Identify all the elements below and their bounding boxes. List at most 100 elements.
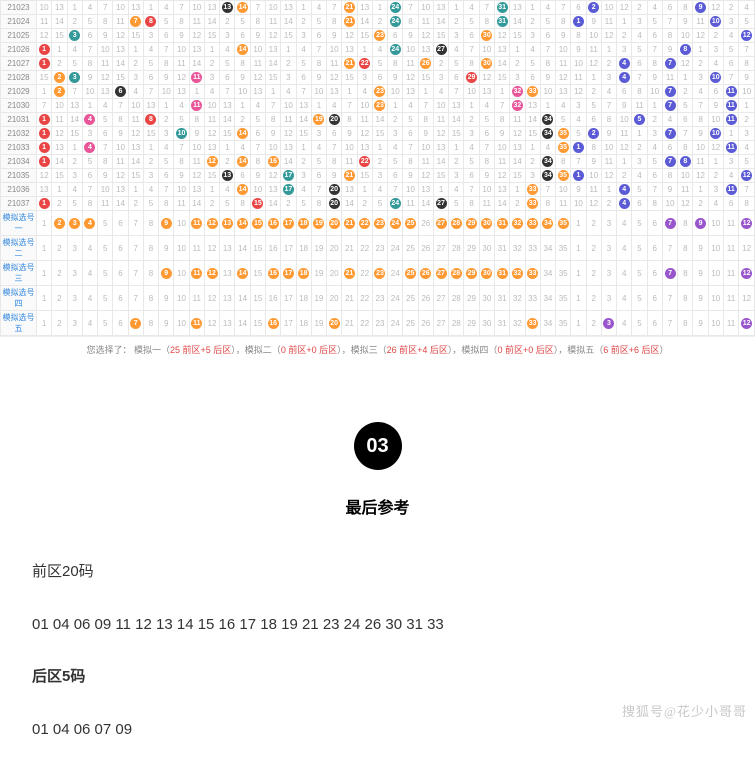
front-cell: 7: [556, 1, 571, 15]
front-cell: 3: [82, 127, 97, 141]
front-cell: 7: [540, 183, 555, 197]
back-cell: 2: [739, 113, 755, 127]
front-cell: 29: [464, 71, 479, 85]
back-cell: 7: [678, 127, 693, 141]
front-cell: 10: [265, 1, 280, 15]
front-cell: 5: [296, 57, 311, 71]
front-cell: 13: [52, 1, 67, 15]
back-cell: 6: [647, 29, 662, 43]
front-cell: 7: [388, 183, 403, 197]
front-cell: 2: [449, 15, 464, 29]
front-cell: 15: [418, 71, 433, 85]
front-cell: 1: [342, 85, 357, 99]
back-cell: 12: [739, 286, 755, 311]
front-cell: 8: [143, 211, 158, 236]
front-cell: 33: [525, 311, 540, 336]
front-cell: 11: [479, 197, 494, 211]
front-cell: 13: [525, 99, 540, 113]
front-cell: 27: [433, 261, 448, 286]
back-cell: 6: [723, 57, 738, 71]
drawn-ball: 16: [268, 318, 279, 329]
back-cell: 10: [586, 169, 601, 183]
front-cell: 6: [296, 71, 311, 85]
back-cell: 12: [693, 169, 708, 183]
front-cell: 3: [128, 71, 143, 85]
front-cell: 9: [418, 127, 433, 141]
front-cell: 13: [98, 85, 113, 99]
front-cell: 5: [174, 113, 189, 127]
front-cell: 14: [296, 113, 311, 127]
sim-part-tail: ），: [554, 345, 568, 355]
sim-part-label: 模拟二（: [245, 345, 281, 355]
front-cell: 14: [67, 113, 82, 127]
back-cell: 1: [571, 261, 586, 286]
front-cell: 34: [540, 211, 555, 236]
back-cell: 5: [632, 113, 647, 127]
front-cell: 13: [433, 141, 448, 155]
front-cell: 2: [372, 155, 387, 169]
back-cell: 8: [678, 211, 693, 236]
back-cell: 10: [708, 261, 723, 286]
drawn-ball: 30: [481, 30, 492, 41]
front-cell: 10: [113, 1, 128, 15]
front-cell: 5: [372, 57, 387, 71]
front-cell: 1: [433, 183, 448, 197]
drawn-ball: 6: [115, 86, 126, 97]
drawn-ball: 7: [665, 86, 676, 97]
front-cell: 1: [265, 85, 280, 99]
back-cell: 4: [617, 236, 632, 261]
front-cell: 13: [220, 261, 235, 286]
front-cell: 15: [433, 169, 448, 183]
front-cell: 20: [327, 197, 342, 211]
front-cell: 1: [357, 183, 372, 197]
front-cell: 31: [494, 286, 509, 311]
front-cell: 13: [128, 141, 143, 155]
back-cell: 7: [647, 43, 662, 57]
front-cell: 1: [540, 99, 555, 113]
drawn-ball: 16: [268, 156, 279, 167]
front-cell: 13: [174, 85, 189, 99]
front-cell: 4: [388, 141, 403, 155]
drawn-ball: 29: [466, 268, 477, 279]
back-cell: 4: [571, 113, 586, 127]
front-cell: 17: [281, 236, 296, 261]
back-cell: 7: [571, 155, 586, 169]
front-cell: 14: [510, 155, 525, 169]
front-cell: 1: [311, 99, 326, 113]
front-cell: 15: [52, 169, 67, 183]
front-cell: 5: [159, 155, 174, 169]
front-cell: 13: [128, 1, 143, 15]
back-cell: 11: [723, 311, 738, 336]
drawn-ball: 8: [145, 16, 156, 27]
front-cell: 7: [327, 141, 342, 155]
front-cell: 10: [174, 311, 189, 336]
front-cell: 6: [159, 29, 174, 43]
front-cell: 25: [403, 311, 418, 336]
front-cell: 4: [235, 141, 250, 155]
front-cell: 17: [281, 183, 296, 197]
front-cell: 13: [433, 1, 448, 15]
front-cell: 7: [174, 141, 189, 155]
front-cell: 7: [250, 1, 265, 15]
back-cell: 9: [586, 15, 601, 29]
front-cell: 2: [52, 57, 67, 71]
back-cell: 10: [678, 169, 693, 183]
front-cell: 6: [403, 127, 418, 141]
front-cell: 4: [327, 99, 342, 113]
front-cell: 3: [143, 169, 158, 183]
front-cell: 11: [98, 57, 113, 71]
front-cell: 8: [388, 57, 403, 71]
front-cell: 14: [342, 197, 357, 211]
front-cell: 6: [311, 169, 326, 183]
front-cell: 12: [265, 29, 280, 43]
front-cell: 13: [418, 43, 433, 57]
front-cell: 9: [388, 71, 403, 85]
front-cell: 2: [52, 211, 67, 236]
front-cell: 17: [281, 211, 296, 236]
back-cell: 4: [647, 141, 662, 155]
front-cell: 34: [540, 169, 555, 183]
back-cell: 2: [693, 197, 708, 211]
back-cell: 5: [678, 99, 693, 113]
back-zone-label: 后区5码: [32, 663, 723, 692]
front-cell: 13: [265, 183, 280, 197]
